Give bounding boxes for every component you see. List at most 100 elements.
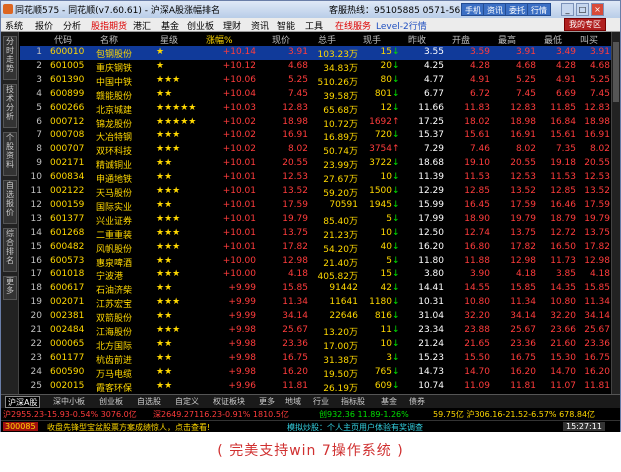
col-change[interactable]: 涨幅% (206, 33, 233, 46)
menu-index-futures[interactable]: 股指期货 (91, 19, 127, 32)
menu-fund[interactable]: 基金 (161, 19, 179, 32)
table-row[interactable]: 25 002015 霞客环保 ★★ +9.96 11.81 26.19万 609 ↓ 10.74 1… (20, 380, 611, 394)
trade-button[interactable]: 委托 (505, 3, 529, 16)
col-high[interactable]: 最高 (498, 33, 516, 46)
tab-watchlist[interactable]: 自选股 (135, 396, 163, 408)
col-current[interactable]: 现手 (363, 33, 381, 46)
table-row[interactable]: 22 000065 北方国际 ★★ +9.98 23.36 17.00万 10 ↓ 21.24 21… (20, 338, 611, 352)
cell-cur: 3 (386, 352, 392, 363)
table-row[interactable]: 17 601018 宁波港 ★★★ +10.00 4.18 405.82万 15 ↓ 3.80 3.… (20, 268, 611, 282)
menu-quote[interactable]: 报价 (35, 19, 53, 32)
side-tab-timeshare[interactable]: 分时走势 (3, 36, 17, 80)
tab-bond[interactable]: 债券 (407, 396, 427, 408)
side-tab-more[interactable]: 更多 (3, 276, 17, 300)
close-icon[interactable]: × (591, 3, 604, 16)
table-row[interactable]: 9 002171 精诚铜业 ★★ +10.01 20.55 23.99万 3722 ↓ 18.68… (20, 157, 611, 171)
table-row[interactable]: 6 000712 锦龙股份 ★★★★★ +10.02 18.98 10.72万 1692 ↑ 17… (20, 116, 611, 130)
side-tab-technical[interactable]: 技术分析 (3, 84, 17, 128)
news-button[interactable]: 资讯 (483, 3, 507, 16)
col-prev-close[interactable]: 昨收 (408, 33, 426, 46)
menu-analysis[interactable]: 分析 (63, 19, 81, 32)
my-zone-button[interactable]: 我的专区 (564, 18, 606, 31)
ticker-sh[interactable]: 沪2955.23-15.93-0.54% 3076.0亿 (3, 409, 137, 420)
table-row[interactable]: 11 002122 天马股份 ★★★ +10.01 13.52 59.20万 1500 ↓ 12.… (20, 185, 611, 199)
scroll-thumb[interactable] (613, 42, 619, 102)
menu-smart[interactable]: 智能 (277, 19, 295, 32)
tab-sme[interactable]: 深中小板 (51, 396, 87, 408)
status-message-1[interactable]: 收盘先锋型宝盆股票方案成绩惊人，点击查看! (47, 422, 210, 433)
menu-online-service[interactable]: 在线服务 (335, 19, 371, 32)
col-code[interactable]: 代码 (54, 33, 72, 46)
side-tab-watchlist[interactable]: 自选报价 (3, 180, 17, 224)
status-message-2[interactable]: 模拟炒股：个人主页用户体验有奖调查 (287, 422, 423, 433)
menu-hk[interactable]: 港汇 (133, 19, 151, 32)
cell-open: 11.83 (464, 102, 490, 113)
table-row[interactable]: 13 601377 兴业证券 ★★★ +10.01 19.79 85.40万 5 ↓ 17.99 1… (20, 213, 611, 227)
tab-custom[interactable]: 自定义 (173, 396, 201, 408)
tab-index-stocks[interactable]: 指标股 (339, 396, 367, 408)
cell-high: 16.75 (510, 352, 536, 363)
cell-dir: ↓ (392, 227, 400, 238)
menu-system[interactable]: 系统 (5, 19, 23, 32)
cell-low: 21.60 (550, 338, 576, 349)
tab-gem[interactable]: 创业板 (97, 396, 125, 408)
col-bid[interactable]: 叫买 (580, 33, 598, 46)
tab-more[interactable]: 更多 (257, 396, 277, 408)
menu-news[interactable]: 资讯 (251, 19, 269, 32)
table-row[interactable]: 21 002484 江海股份 ★★★ +9.98 25.67 13.20万 11 ↓ 23.34 2… (20, 324, 611, 338)
table-row[interactable]: 4 600899 赣能股份 ★★ +10.04 7.45 39.58万 801 ↓ 6.77 6.7… (20, 88, 611, 102)
col-open[interactable]: 开盘 (452, 33, 470, 46)
col-name[interactable]: 名称 (100, 33, 118, 46)
table-row[interactable]: 18 600617 石油济柴 ★★ +9.99 15.85 91442 42 ↓ 14.41 14.… (20, 282, 611, 296)
table-row[interactable]: 16 600573 惠泉啤酒 ★★ +10.00 12.98 21.40万 5 ↓ 11.80 11… (20, 255, 611, 269)
cell-high: 7.45 (515, 88, 536, 99)
cell-code: 600834 (50, 172, 85, 183)
table-row[interactable]: 15 600482 风帆股份 ★★★ +10.01 17.82 54.20万 40 ↓ 16.20… (20, 241, 611, 255)
table-row[interactable]: 19 002071 江苏宏宝 ★★★ +9.99 11.34 11641 1180 ↓ 10.31… (20, 296, 611, 310)
table-row[interactable]: 23 601177 杭齿前进 ★★ +9.98 16.75 31.38万 3 ↓ 15.23 15.… (20, 352, 611, 366)
col-price[interactable]: 现价 (272, 33, 290, 46)
cell-open: 18.90 (464, 213, 490, 224)
cell-stars: ★★ (156, 88, 173, 99)
cell-code: 002381 (50, 311, 85, 322)
table-row[interactable]: 24 600590 万马电缆 ★★ +9.98 16.20 19.50万 765 ↓ 14.73 1… (20, 366, 611, 380)
maximize-icon[interactable]: □ (576, 3, 589, 16)
cell-low: 7.35 (555, 144, 576, 155)
tab-region[interactable]: 地域 (283, 396, 303, 408)
mobile-button[interactable]: 手机 (461, 3, 485, 16)
table-row[interactable]: 7 000708 大冶特钢 ★★★ +10.02 16.91 16.89万 720 ↓ 15.37… (20, 129, 611, 143)
col-low[interactable]: 最低 (544, 33, 562, 46)
tab-fund[interactable]: 基金 (379, 396, 399, 408)
ticker-sz[interactable]: 深2649.27116.23-0.91% 1810.5亿 (153, 409, 289, 420)
table-row[interactable]: 10 600834 申通地铁 ★★ +10.01 12.53 27.67万 10 ↓ 11.39 1… (20, 171, 611, 185)
table-row[interactable]: 20 002381 双箭股份 ★★ +9.99 34.14 22646 816 ↓ 31.04 32… (20, 310, 611, 324)
minimize-icon[interactable]: _ (561, 3, 574, 16)
table-row[interactable]: 3 601390 中国中铁 ★★★ +10.06 5.25 510.26万 80 ↓ 4.77 4.… (20, 74, 611, 88)
table-row[interactable]: 8 000707 双环科技 ★★★ +10.02 8.02 50.74万 3754 ↑ 7.29 7… (20, 143, 611, 157)
cell-name: 兴业证券 (96, 216, 133, 227)
table-row[interactable]: 2 601005 重庆钢铁 ★ +10.12 4.68 34.83万 20 ↓ 4.25 4.28 4… (20, 60, 611, 74)
cell-low: 11.53 (550, 172, 576, 183)
ticker-cyb[interactable]: 创932.36 11.89-1.26% (319, 409, 409, 420)
table-row[interactable]: 5 600266 北京城建 ★★★★★ +10.03 12.83 65.68万 12 ↓ 11.6… (20, 102, 611, 116)
ticker-right[interactable]: 59.75亿 沪306.16-21.52-6.57% 678.84亿 (433, 409, 595, 420)
tab-warrants[interactable]: 权证板块 (211, 396, 247, 408)
menu-finance[interactable]: 理财 (223, 19, 241, 32)
cell-name: 中国中铁 (96, 77, 133, 88)
cell-name: 江苏宏宝 (96, 300, 133, 311)
side-tab-ranking[interactable]: 综合排名 (3, 228, 17, 272)
tab-industry[interactable]: 行业 (311, 396, 331, 408)
table-row[interactable]: 1 600010 包钢股份 ★ +10.14 3.91 103.23万 15 ↓ 3.55 3.59… (20, 46, 611, 60)
menu-tools[interactable]: 工具 (305, 19, 323, 32)
table-row[interactable]: 14 601268 二重重装 ★★★ +10.01 13.75 21.23万 10 ↓ 12.50… (20, 227, 611, 241)
cell-prev: 23.34 (418, 325, 444, 335)
col-volume[interactable]: 总手 (318, 33, 336, 46)
menu-gem[interactable]: 创业板 (187, 19, 214, 32)
vertical-scrollbar[interactable] (611, 32, 620, 394)
menu-level2[interactable]: Level-2行情 (376, 19, 427, 32)
quote-button[interactable]: 行情 (527, 3, 551, 16)
tab-sh-sz-a[interactable]: 沪深A股 (5, 396, 41, 408)
col-stars[interactable]: 星级 (160, 33, 178, 46)
table-row[interactable]: 12 000159 国际实业 ★★ +10.01 17.59 70591 1945 ↓ 15.99… (20, 199, 611, 213)
side-tab-profile[interactable]: 个股资料 (3, 132, 17, 176)
